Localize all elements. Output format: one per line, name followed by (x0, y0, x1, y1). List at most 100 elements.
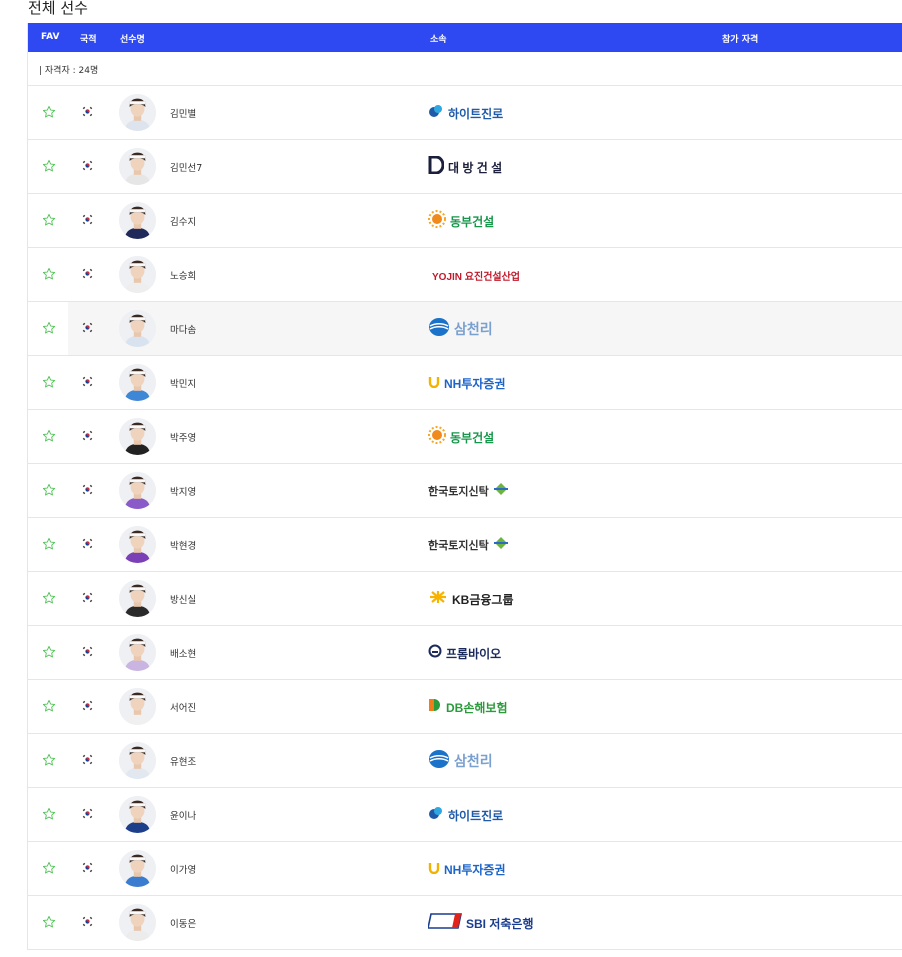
player-avatar[interactable] (119, 148, 156, 185)
table-body: 김민별 하이트진로 김민선7 대 방 건 설 김수지 동부건설 노승희 YOJI… (28, 86, 902, 950)
korea-flag-icon (82, 916, 93, 927)
table-row[interactable]: 마다솜 삼천리 (28, 302, 902, 356)
favorite-star-icon[interactable] (42, 267, 56, 281)
player-name[interactable]: 이동은 (170, 916, 196, 930)
sponsor-logo: 하이트진로 (428, 805, 503, 825)
favorite-star-icon[interactable] (42, 915, 56, 929)
player-name[interactable]: 박현경 (170, 538, 196, 552)
player-name[interactable]: 서어진 (170, 700, 196, 714)
favorite-star-icon[interactable] (42, 483, 56, 497)
sponsor-name: NH투자증권 (444, 862, 506, 877)
favorite-star-icon[interactable] (42, 753, 56, 767)
sponsor-logo: 하이트진로 (428, 103, 503, 123)
korea-flag-icon (82, 106, 93, 117)
player-photo-icon (119, 418, 156, 455)
page-title: 전체 선수 (28, 0, 88, 17)
korea-flag-icon (82, 430, 93, 441)
player-avatar[interactable] (119, 526, 156, 563)
sponsor-logo: YOJIN 요진건설산업 (428, 265, 520, 285)
favorite-star-icon[interactable] (42, 429, 56, 443)
player-avatar[interactable] (119, 472, 156, 509)
player-name[interactable]: 방신실 (170, 592, 196, 606)
korea-flag-icon (82, 592, 93, 603)
table-row[interactable]: 김민별 하이트진로 (28, 86, 902, 140)
favorite-star-icon[interactable] (42, 699, 56, 713)
header-fav[interactable]: FAV (41, 32, 59, 42)
table-row[interactable]: 김민선7 대 방 건 설 (28, 140, 902, 194)
header-nation[interactable]: 국적 (80, 32, 97, 45)
player-name[interactable]: 이가영 (170, 862, 196, 876)
favorite-star-icon[interactable] (42, 645, 56, 659)
sponsor-logo: SBI 저축은행 (427, 912, 534, 933)
korea-flag-icon (82, 484, 93, 495)
player-avatar[interactable] (119, 364, 156, 401)
player-avatar[interactable] (119, 796, 156, 833)
sponsor-name: 대 방 건 설 (448, 160, 503, 175)
player-avatar[interactable] (119, 742, 156, 779)
player-name[interactable]: 박주영 (170, 430, 196, 444)
player-name[interactable]: 박지영 (170, 484, 196, 498)
player-avatar[interactable] (119, 202, 156, 239)
table-row[interactable]: 서어진 DB손해보험 (28, 680, 902, 734)
favorite-star-icon[interactable] (42, 375, 56, 389)
player-name[interactable]: 김민선7 (170, 160, 202, 174)
dongbu-logo-icon (428, 209, 446, 233)
player-name[interactable]: 김수지 (170, 214, 196, 228)
player-avatar[interactable] (119, 256, 156, 293)
korea-flag-icon (82, 754, 93, 765)
korea-flag-icon (82, 538, 93, 549)
favorite-star-icon[interactable] (42, 591, 56, 605)
player-avatar[interactable] (119, 94, 156, 131)
player-avatar[interactable] (119, 850, 156, 887)
player-avatar[interactable] (119, 904, 156, 941)
header-qualification[interactable]: 참가 자격 (722, 32, 758, 45)
player-name[interactable]: 윤이나 (170, 808, 196, 822)
player-name[interactable]: 김민별 (170, 106, 196, 120)
table-row[interactable]: 배소현 프롬바이오 (28, 626, 902, 680)
koreit-logo-icon (493, 536, 509, 555)
player-photo-icon (119, 94, 156, 131)
sponsor-logo: 한국토지신탁 (428, 481, 509, 501)
player-photo-icon (119, 310, 156, 347)
player-name[interactable]: 배소현 (170, 646, 196, 660)
table-row[interactable]: 박주영 동부건설 (28, 410, 902, 464)
table-row[interactable]: 이동은 SBI 저축은행 (28, 896, 902, 950)
player-avatar[interactable] (119, 634, 156, 671)
table-row[interactable]: 윤이나 하이트진로 (28, 788, 902, 842)
sponsor-logo: 삼천리 (428, 317, 493, 339)
player-avatar[interactable] (119, 580, 156, 617)
samchully-logo-icon (428, 749, 450, 774)
sponsor-logo: NH투자증권 (428, 373, 506, 393)
player-name[interactable]: 마다솜 (170, 322, 196, 336)
table-row[interactable]: 김수지 동부건설 (28, 194, 902, 248)
table-row[interactable]: 박민지 NH투자증권 (28, 356, 902, 410)
player-avatar[interactable] (119, 688, 156, 725)
table-row[interactable]: 노승희 YOJIN 요진건설산업 (28, 248, 902, 302)
player-name[interactable]: 노승희 (170, 268, 196, 282)
korea-flag-icon (82, 700, 93, 711)
sponsor-name: 동부건설 (450, 214, 495, 229)
hite-logo-icon (428, 805, 444, 826)
table-row[interactable]: 방신실 KB금융그룹 (28, 572, 902, 626)
player-photo-icon (119, 688, 156, 725)
player-name[interactable]: 박민지 (170, 376, 196, 390)
favorite-star-icon[interactable] (42, 807, 56, 821)
favorite-star-icon[interactable] (42, 213, 56, 227)
table-row[interactable]: 이가영 NH투자증권 (28, 842, 902, 896)
favorite-star-icon[interactable] (42, 105, 56, 119)
sponsor-name: 삼천리 (454, 321, 493, 337)
table-row[interactable]: 박지영 한국토지신탁 (28, 464, 902, 518)
favorite-star-icon[interactable] (42, 159, 56, 173)
favorite-star-icon[interactable] (42, 861, 56, 875)
korea-flag-icon (82, 808, 93, 819)
table-header: FAV 국적 선수명 소속 참가 자격 (28, 23, 902, 52)
table-row[interactable]: 유현조 삼천리 (28, 734, 902, 788)
favorite-star-icon[interactable] (42, 321, 56, 335)
favorite-star-icon[interactable] (42, 537, 56, 551)
header-team[interactable]: 소속 (430, 32, 447, 45)
player-name[interactable]: 유현조 (170, 754, 196, 768)
player-avatar[interactable] (119, 310, 156, 347)
player-avatar[interactable] (119, 418, 156, 455)
table-row[interactable]: 박현경 한국토지신탁 (28, 518, 902, 572)
header-name[interactable]: 선수명 (120, 32, 145, 45)
